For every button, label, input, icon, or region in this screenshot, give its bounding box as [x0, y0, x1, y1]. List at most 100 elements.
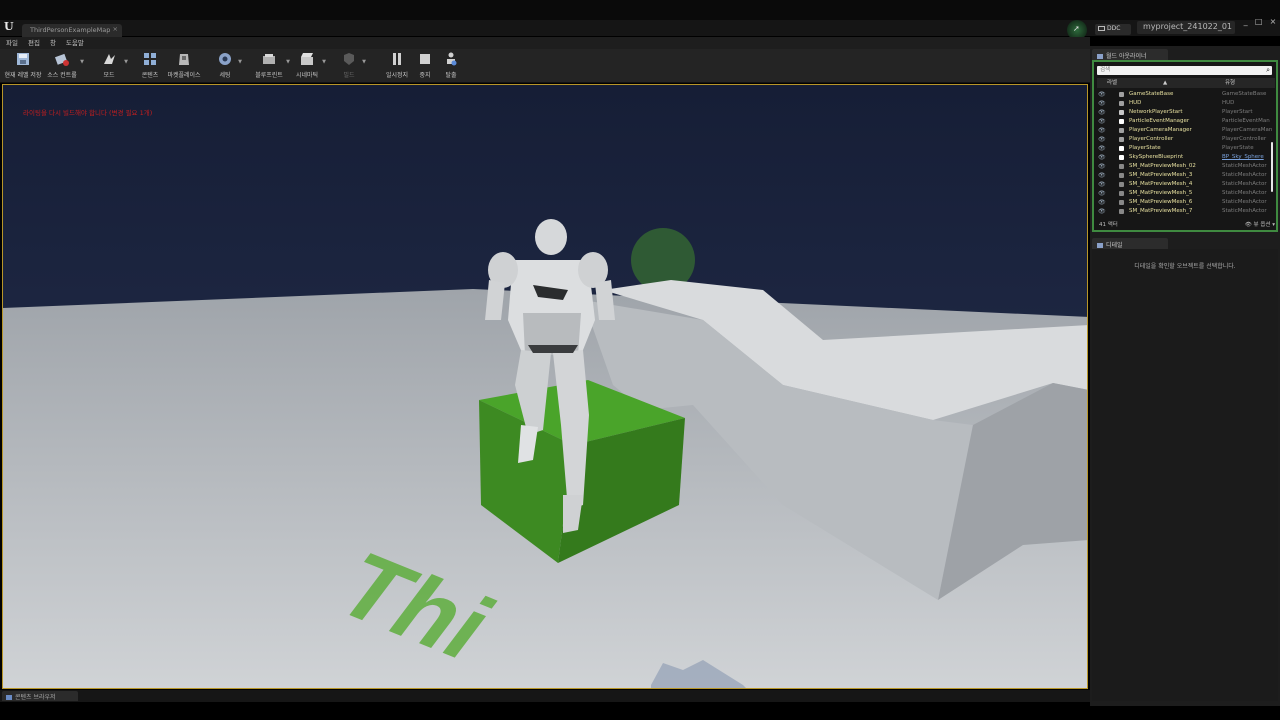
visibility-eye-icon[interactable]: 👁: [1098, 108, 1106, 117]
outliner-row[interactable]: 👁 PlayerController PlayerController: [1097, 135, 1273, 144]
actor-type: StaticMeshActor: [1222, 172, 1267, 178]
map-tab[interactable]: ThirdPersonExampleMap ×: [22, 24, 122, 37]
stop-icon: [420, 54, 430, 64]
chevron-down-icon[interactable]: ▼: [238, 59, 242, 65]
visibility-eye-icon[interactable]: 👁: [1098, 180, 1106, 189]
actor-type-icon: [1119, 137, 1124, 142]
actor-type: PlayerCameraMan: [1222, 127, 1273, 133]
outliner-row[interactable]: 👁 SkySphereBlueprint BP_Sky_Sphere: [1097, 153, 1273, 162]
outliner-row[interactable]: 👁 PlayerState PlayerState: [1097, 144, 1273, 153]
save-current-level-button[interactable]: 현재 레벨 저장: [4, 51, 42, 81]
minimize-button[interactable]: _: [1244, 17, 1248, 27]
maximize-button[interactable]: □: [1255, 17, 1263, 27]
eject-button[interactable]: 탈출: [440, 51, 462, 81]
chevron-down-icon[interactable]: ▼: [362, 59, 366, 65]
content-browser-label: 콘텐츠 브라우저: [15, 694, 56, 701]
close-icon[interactable]: ×: [113, 25, 118, 33]
close-window-button[interactable]: ×: [1270, 17, 1277, 27]
view-options-label: 뷰 옵션: [1253, 222, 1271, 228]
top-strip: [0, 0, 1280, 20]
outliner-row[interactable]: 👁 PlayerCameraManager PlayerCameraMan: [1097, 126, 1273, 135]
project-name: myproject_241022_01: [1137, 21, 1235, 34]
outliner-row[interactable]: 👁 GameStateBase GameStateBase: [1097, 90, 1273, 99]
lighting-warning: 라이팅을 다시 빌드해야 합니다 (변경 필요 1개): [23, 109, 153, 117]
visibility-eye-icon[interactable]: 👁: [1098, 153, 1106, 162]
details-tab[interactable]: 디테일: [1092, 238, 1168, 249]
chevron-down-icon[interactable]: ▼: [286, 59, 290, 65]
details-hint: 디테일을 확인할 오브젝트를 선택합니다.: [1134, 263, 1236, 270]
actor-type-icon: [1119, 92, 1124, 97]
visibility-eye-icon[interactable]: 👁: [1098, 207, 1106, 216]
actor-type: ParticleEventMan: [1222, 118, 1270, 124]
settings-icon: [219, 53, 231, 65]
outliner-row[interactable]: 👁 NetworkPlayerStart PlayerStart: [1097, 108, 1273, 117]
visibility-eye-icon[interactable]: 👁: [1098, 135, 1106, 144]
visibility-eye-icon[interactable]: 👁: [1098, 126, 1106, 135]
column-type[interactable]: 유형: [1225, 78, 1235, 88]
build-button[interactable]: 빌드 ▼: [338, 51, 366, 81]
cinematics-button[interactable]: 시네마틱 ▼: [294, 51, 326, 81]
sort-arrow-icon: ▲: [1163, 80, 1168, 86]
level-viewport[interactable]: Thi 라이팅을 다시 빌드해야 합니다 (변경 필요 1개): [2, 84, 1088, 689]
actor-type-icon: [1119, 155, 1124, 160]
outliner-row[interactable]: 👁 SM_MatPreviewMesh_3 StaticMeshActor: [1097, 171, 1273, 180]
visibility-eye-icon[interactable]: 👁: [1098, 117, 1106, 126]
actor-label: SkySphereBlueprint: [1129, 154, 1184, 160]
actor-type: PlayerController: [1222, 136, 1267, 142]
outliner-row[interactable]: 👁 ParticleEventManager ParticleEventMan: [1097, 117, 1273, 126]
visibility-eye-icon[interactable]: 👁: [1098, 162, 1106, 171]
modes-icon: [104, 54, 115, 64]
outliner-row[interactable]: 👁 HUD HUD: [1097, 99, 1273, 108]
chevron-down-icon[interactable]: ▼: [124, 59, 128, 65]
settings-button[interactable]: 세팅 ▼: [214, 51, 242, 81]
pause-button[interactable]: 일시정지: [384, 51, 410, 81]
outliner-row[interactable]: 👁 SM_MatPreviewMesh_5 StaticMeshActor: [1097, 189, 1273, 198]
actor-type: StaticMeshActor: [1222, 181, 1267, 187]
toolbar-label: 일시정지: [385, 72, 409, 79]
blueprints-button[interactable]: 블루프린트 ▼: [254, 51, 290, 81]
details-panel: 디테일을 확인할 오브젝트를 선택합니다.: [1092, 249, 1278, 701]
outliner-footer: 41 액터 👁 뷰 옵션 ▾: [1097, 220, 1275, 229]
menu-window[interactable]: 창: [50, 37, 56, 49]
visibility-eye-icon[interactable]: 👁: [1098, 171, 1106, 180]
outliner-row[interactable]: 👁 SM_MatPreviewMesh_6 StaticMeshActor: [1097, 198, 1273, 207]
visibility-eye-icon[interactable]: 👁: [1098, 198, 1106, 207]
ddc-button[interactable]: DDC: [1095, 24, 1131, 35]
column-label[interactable]: 라벨: [1107, 78, 1117, 88]
menu-help[interactable]: 도움말: [66, 37, 84, 49]
world-outliner-tab[interactable]: 월드 아웃라이너: [1092, 49, 1168, 60]
modes-button[interactable]: 모드 ▼: [96, 51, 128, 81]
title-bar: U ThirdPersonExampleMap × ➚ DDC myprojec…: [0, 0, 1280, 40]
actor-label: GameStateBase: [1129, 91, 1174, 97]
visibility-eye-icon[interactable]: 👁: [1098, 99, 1106, 108]
actor-type-icon: [1119, 164, 1124, 169]
marketplace-button[interactable]: 마켓플레이스: [166, 51, 202, 81]
toolbar-label: 세팅: [219, 72, 231, 79]
outliner-column-header: 라벨 ▲ 유형: [1097, 78, 1275, 88]
outliner-row[interactable]: 👁 SM_MatPreviewMesh_02 StaticMeshActor: [1097, 162, 1273, 171]
outliner-row[interactable]: 👁 SM_MatPreviewMesh_7 StaticMeshActor: [1097, 207, 1273, 216]
visibility-eye-icon[interactable]: 👁: [1098, 90, 1106, 99]
content-browser-tab[interactable]: 콘텐츠 브라우저: [2, 691, 78, 701]
outliner-icon: [1097, 54, 1103, 59]
content-button[interactable]: 콘텐츠: [138, 51, 162, 81]
outliner-row[interactable]: 👁 SM_MatPreviewMesh_4 StaticMeshActor: [1097, 180, 1273, 189]
outliner-search-input[interactable]: 검색 ⌕: [1097, 66, 1272, 75]
actor-type[interactable]: BP_Sky_Sphere: [1222, 153, 1264, 162]
actor-type-icon: [1119, 101, 1124, 106]
menu-file[interactable]: 파일: [6, 37, 18, 49]
details-tab-label: 디테일: [1106, 242, 1123, 249]
outliner-scrollbar[interactable]: [1271, 142, 1273, 192]
visibility-eye-icon[interactable]: 👁: [1098, 189, 1106, 198]
stop-button[interactable]: 중지: [414, 51, 436, 81]
menu-bar: 파일 편집 창 도움말: [0, 37, 1090, 49]
actor-type: StaticMeshActor: [1222, 199, 1267, 205]
menu-edit[interactable]: 편집: [28, 37, 40, 49]
chevron-down-icon[interactable]: ▼: [80, 59, 84, 65]
actor-type: PlayerState: [1222, 145, 1254, 151]
visibility-eye-icon[interactable]: 👁: [1098, 144, 1106, 153]
chevron-down-icon[interactable]: ▼: [322, 59, 326, 65]
source-control-button[interactable]: 소스 컨트롤 ▼: [46, 51, 84, 81]
details-icon: [1097, 243, 1103, 248]
view-options-button[interactable]: 👁 뷰 옵션 ▾: [1245, 220, 1275, 228]
